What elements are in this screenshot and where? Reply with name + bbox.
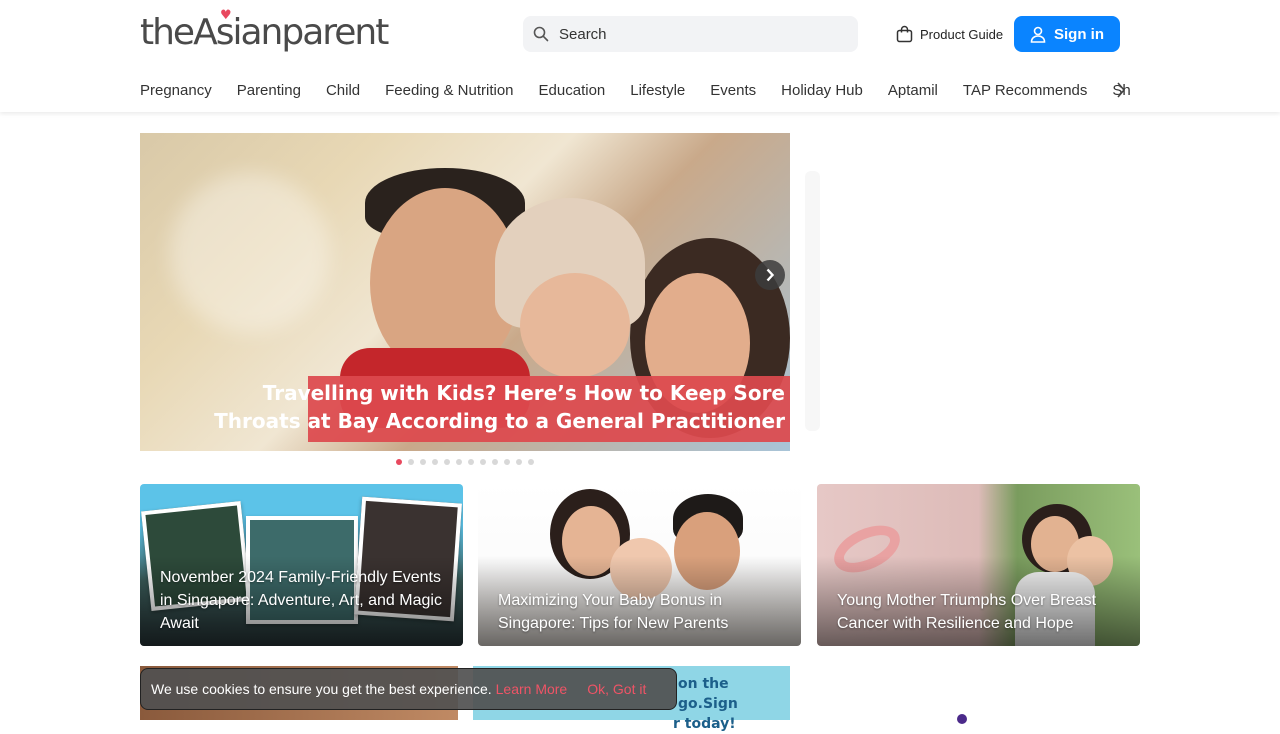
card-title: Young Mother Triumphs Over Breast Cancer… [837,592,1097,632]
article-card[interactable]: Young Mother Triumphs Over Breast Cancer… [817,484,1140,646]
hero-caption-line-1: Travelling with Kids? Here’s How to Keep… [262,381,785,405]
search-icon [533,26,549,42]
shopping-bag-icon [896,25,913,43]
carousel-dot[interactable] [492,459,498,465]
user-icon [1030,26,1046,43]
product-guide-link[interactable]: Product Guide [896,22,1003,46]
carousel-dot[interactable] [504,459,510,465]
main-nav: Pregnancy Parenting Child Feeding & Nutr… [140,78,1130,102]
sign-in-label: Sign in [1054,25,1104,43]
nav-item-lifestyle[interactable]: Lifestyle [630,82,685,99]
product-guide-label: Product Guide [920,26,1004,42]
article-card[interactable]: November 2024 Family-Friendly Events in … [140,484,463,646]
site-logo[interactable]: theAsianparent ♥ [140,8,389,53]
promo-line-2: r today! [673,716,736,732]
nav-item-aptamil[interactable]: Aptamil [888,82,938,99]
nav-scroll-right-icon[interactable] [1116,82,1126,98]
hero-image-child [520,273,630,378]
carousel-dot[interactable] [468,459,474,465]
promo-text: on the go.Sign r today! [673,674,790,734]
carousel-dot[interactable] [444,459,450,465]
carousel-pagination [396,459,540,465]
nav-item-pregnancy[interactable]: Pregnancy [140,82,212,99]
search-bar[interactable] [523,16,858,52]
logo-text: theAsianparent [140,12,389,53]
carousel-dot[interactable] [432,459,438,465]
cookie-message: We use cookies to ensure you get the bes… [151,681,492,697]
carousel-dot[interactable] [396,459,402,465]
carousel-dot[interactable] [480,459,486,465]
sign-in-button[interactable]: Sign in [1014,16,1120,52]
carousel-next-button[interactable] [755,260,785,290]
promo-line-1: on the go.Sign [678,676,738,712]
hero-caption[interactable]: Travelling with Kids? Here’s How to Keep… [140,379,790,435]
nav-item-parenting[interactable]: Parenting [237,82,301,99]
cookie-banner: We use cookies to ensure you get the bes… [140,668,677,710]
sidebar-ad-placeholder [805,171,820,431]
article-card[interactable]: Maximizing Your Baby Bonus in Singapore:… [478,484,801,646]
chevron-right-icon [766,268,775,282]
heart-icon: ♥ [220,8,232,23]
card-title: November 2024 Family-Friendly Events in … [160,569,442,632]
site-header: theAsianparent ♥ Product Guide Sign in P… [0,0,1280,112]
hero-carousel[interactable]: Travelling with Kids? Here’s How to Keep… [140,133,790,451]
carousel-dot[interactable] [516,459,522,465]
card-title: Maximizing Your Baby Bonus in Singapore:… [498,592,729,632]
nav-item-holiday-hub[interactable]: Holiday Hub [781,82,863,99]
search-input[interactable] [559,25,829,43]
nav-item-tap-recommends[interactable]: TAP Recommends [963,82,1088,99]
hero-image-bokeh [170,173,330,333]
nav-item-education[interactable]: Education [539,82,606,99]
cookie-accept-button[interactable]: Ok, Got it [587,681,646,697]
nav-item-child[interactable]: Child [326,82,360,99]
hero-caption-line-2: Throats at Bay According to a General Pr… [214,409,785,433]
carousel-dot[interactable] [408,459,414,465]
carousel-dot[interactable] [420,459,426,465]
learn-more-link[interactable]: Learn More [496,681,568,697]
nav-item-events[interactable]: Events [710,82,756,99]
nav-item-feeding-nutrition[interactable]: Feeding & Nutrition [385,82,513,99]
carousel-dot[interactable] [456,459,462,465]
partial-logo-icon [957,714,967,724]
carousel-dot[interactable] [528,459,534,465]
